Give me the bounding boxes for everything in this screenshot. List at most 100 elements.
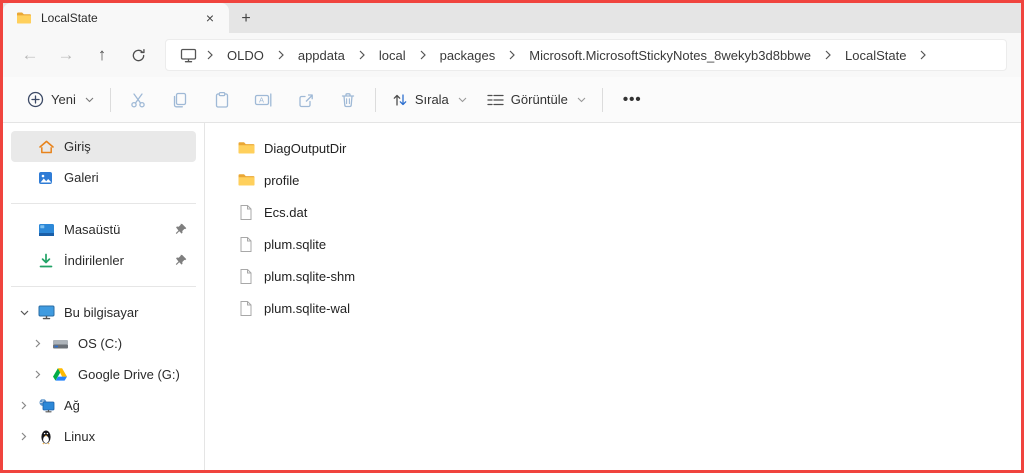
view-list-icon: [487, 93, 504, 107]
new-button-label: Yeni: [51, 92, 76, 107]
sidebar-item-label: Masaüstü: [64, 222, 121, 237]
hard-drive-icon: [51, 335, 69, 353]
navigation-bar: ← → ↑ OLDO appdata local packages Micros…: [3, 33, 1021, 77]
command-toolbar: Yeni A Sırala Görüntüle •••: [3, 77, 1021, 123]
chevron-down-icon: [458, 97, 467, 103]
up-button[interactable]: ↑: [85, 39, 119, 71]
home-icon: [37, 138, 55, 156]
tab-close-button[interactable]: ×: [199, 7, 221, 29]
breadcrumb-chevron-icon: [276, 50, 286, 60]
file-icon: [237, 299, 255, 317]
file-name: DiagOutputDir: [264, 140, 347, 156]
more-options-button[interactable]: •••: [609, 91, 656, 108]
sidebar-item-this-pc[interactable]: Bu bilgisayar: [11, 297, 196, 328]
file-name: plum.sqlite-wal: [264, 300, 350, 316]
gallery-icon: [37, 169, 55, 187]
file-row-plum-sqlite[interactable]: plum.sqlite: [233, 228, 553, 260]
file-icon: [237, 267, 255, 285]
file-row-plum-sqlite-wal[interactable]: plum.sqlite-wal: [233, 292, 553, 324]
sidebar-item-gallery[interactable]: Galeri: [11, 162, 196, 193]
breadcrumb-item-stickynotes[interactable]: Microsoft.MicrosoftStickyNotes_8wekyb3d8…: [517, 42, 823, 68]
linux-penguin-icon: [37, 428, 55, 446]
pin-icon: [175, 223, 188, 236]
scissors-icon: [131, 92, 145, 107]
tab-localstate[interactable]: LocalState ×: [3, 3, 229, 33]
breadcrumb-chevron-icon: [823, 50, 833, 60]
file-name: Ecs.dat: [264, 204, 308, 220]
file-explorer-window: LocalState × + ← → ↑ OLDO appdata local …: [0, 0, 1024, 473]
rename-button[interactable]: A: [243, 83, 285, 117]
sidebar-item-desktop[interactable]: Masaüstü: [11, 214, 196, 245]
sidebar-item-label: Ağ: [64, 398, 80, 413]
chevron-collapsed-icon[interactable]: [11, 432, 37, 441]
network-icon: [37, 397, 55, 415]
breadcrumb-item-appdata[interactable]: appdata: [286, 42, 357, 68]
sidebar-item-network[interactable]: Ağ: [11, 390, 196, 421]
svg-text:A: A: [259, 95, 264, 104]
navigation-pane: Giriş Galeri Masaüstü İndirilenler Bu bi…: [3, 123, 205, 470]
breadcrumb-chevron-icon: [205, 50, 215, 60]
file-list: DiagOutputDir profile Ecs.dat plum.sqlit…: [205, 123, 1021, 470]
view-button-label: Görüntüle: [510, 92, 568, 107]
toolbar-divider: [109, 87, 111, 112]
file-name: plum.sqlite-shm: [264, 268, 356, 284]
new-button[interactable]: Yeni: [17, 83, 104, 117]
file-name: plum.sqlite: [264, 236, 327, 252]
file-icon: [237, 235, 255, 253]
breadcrumb-chevron-icon: [418, 50, 428, 60]
pin-icon: [175, 254, 188, 267]
folder-icon: [237, 139, 255, 157]
copy-button[interactable]: [159, 83, 201, 117]
chevron-collapsed-icon[interactable]: [11, 401, 37, 410]
sidebar-item-label: OS (C:): [78, 336, 123, 351]
rename-icon: A: [255, 92, 272, 107]
sidebar-divider: [11, 203, 196, 204]
copy-icon: [173, 92, 186, 107]
chevron-down-icon: [85, 97, 94, 103]
google-drive-icon: [51, 366, 69, 384]
back-button[interactable]: ←: [13, 39, 47, 71]
sidebar-item-linux[interactable]: Linux: [11, 421, 196, 452]
cut-button[interactable]: [117, 83, 159, 117]
sidebar-item-google-drive[interactable]: Google Drive (G:): [25, 359, 196, 390]
computer-icon: [37, 304, 55, 322]
breadcrumb-item-oldo[interactable]: OLDO: [215, 42, 276, 68]
file-row-ecs-dat[interactable]: Ecs.dat: [233, 196, 553, 228]
desktop-icon: [37, 221, 55, 239]
plus-circle-icon: [27, 91, 44, 108]
sidebar-item-label: Google Drive (G:): [78, 367, 180, 382]
new-tab-button[interactable]: +: [229, 5, 263, 33]
chevron-expanded-icon[interactable]: [11, 310, 37, 316]
share-button[interactable]: [285, 83, 327, 117]
this-pc-icon[interactable]: [172, 47, 205, 63]
sort-button-label: Sırala: [414, 92, 449, 107]
sidebar-item-home[interactable]: Giriş: [11, 131, 196, 162]
breadcrumb-chevron-icon: [507, 50, 517, 60]
sidebar-item-os-c[interactable]: OS (C:): [25, 328, 196, 359]
forward-button[interactable]: →: [49, 39, 83, 71]
breadcrumb-item-localstate[interactable]: LocalState: [833, 42, 918, 68]
sort-button[interactable]: Sırala: [382, 83, 477, 117]
folder-icon: [237, 171, 255, 189]
view-button[interactable]: Görüntüle: [477, 83, 596, 117]
breadcrumb-item-packages[interactable]: packages: [428, 42, 508, 68]
file-row-diagoutputdir[interactable]: DiagOutputDir: [233, 132, 553, 164]
folder-icon: [15, 9, 33, 27]
breadcrumb-chevron-icon: [918, 50, 928, 60]
tab-title: LocalState: [41, 11, 98, 25]
chevron-collapsed-icon[interactable]: [25, 370, 51, 379]
file-icon: [237, 203, 255, 221]
sidebar-item-label: Galeri: [64, 170, 99, 185]
address-bar[interactable]: OLDO appdata local packages Microsoft.Mi…: [165, 39, 1007, 71]
sidebar-item-label: Giriş: [64, 139, 91, 154]
share-icon: [299, 93, 313, 107]
sidebar-item-downloads[interactable]: İndirilenler: [11, 245, 196, 276]
file-row-plum-sqlite-shm[interactable]: plum.sqlite-shm: [233, 260, 553, 292]
file-row-profile[interactable]: profile: [233, 164, 553, 196]
paste-button[interactable]: [201, 83, 243, 117]
breadcrumb-item-local[interactable]: local: [367, 42, 418, 68]
refresh-button[interactable]: [121, 39, 155, 71]
breadcrumb-chevron-icon: [357, 50, 367, 60]
delete-button[interactable]: [327, 83, 369, 117]
chevron-collapsed-icon[interactable]: [25, 339, 51, 348]
